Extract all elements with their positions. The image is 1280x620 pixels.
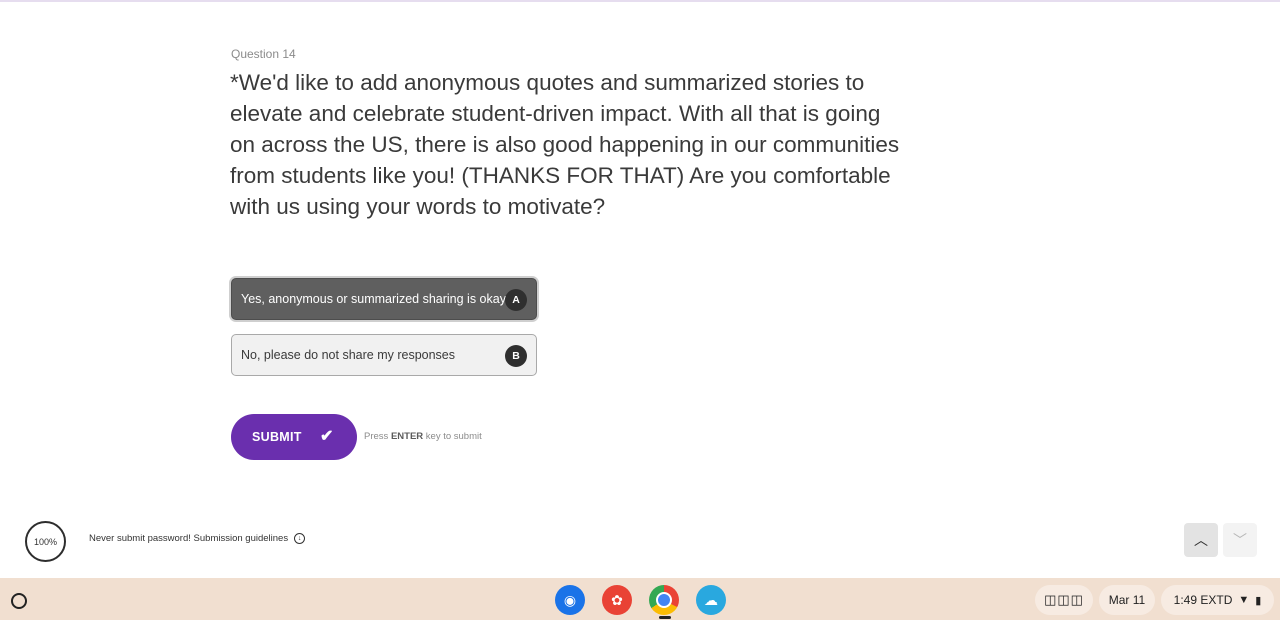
question-text: *We'd like to add anonymous quotes and s… (230, 70, 900, 219)
question-number: Question 14 (231, 47, 296, 61)
choice-b[interactable]: No, please do not share my responses B (231, 334, 537, 376)
files-app-icon[interactable]: ☁ (696, 585, 726, 615)
submit-hint: Press ENTER key to submit (364, 431, 482, 442)
launcher-button[interactable] (11, 593, 27, 609)
submit-button[interactable]: SUBMIT ✔ (231, 414, 357, 460)
date-button[interactable]: Mar 11 (1099, 585, 1155, 615)
chrome-app-icon[interactable] (649, 585, 679, 615)
choice-a[interactable]: Yes, anonymous or summarized sharing is … (231, 278, 537, 320)
battery-icon: ▮ (1255, 594, 1262, 607)
paint-app-icon[interactable]: ✿ (602, 585, 632, 615)
status-tray[interactable]: 1:49 EXTD ▼ ▮ (1161, 585, 1274, 615)
submission-guidelines-link[interactable]: Never submit password! Submission guidel… (89, 533, 306, 544)
clock: 1:49 EXTD (1173, 593, 1233, 607)
checkmark-icon: ✔ (320, 428, 334, 445)
chevron-down-icon: ﹀ (1233, 532, 1247, 548)
camera-app-icon[interactable]: ◉ (555, 585, 585, 615)
active-app-indicator (659, 616, 671, 619)
info-icon: ↓ (294, 533, 306, 544)
progress-indicator: 100% (25, 521, 66, 562)
submit-label: SUBMIT (252, 430, 302, 444)
next-question-button[interactable]: ﹀ (1223, 523, 1257, 557)
top-divider (0, 0, 1280, 2)
choice-a-key-badge: A (505, 289, 527, 311)
previous-question-button[interactable]: ︿ (1184, 523, 1218, 557)
choice-b-label: No, please do not share my responses (241, 348, 456, 362)
footer-note-text: Never submit password! Submission guidel… (89, 533, 289, 544)
wifi-icon: ▼ (1238, 594, 1250, 606)
phone-hub-button[interactable]: ◫◫◫ (1035, 585, 1093, 615)
choice-a-label: Yes, anonymous or summarized sharing is … (241, 292, 506, 306)
choice-b-key-badge: B (505, 345, 527, 367)
chevron-up-icon: ︿ (1194, 532, 1208, 548)
